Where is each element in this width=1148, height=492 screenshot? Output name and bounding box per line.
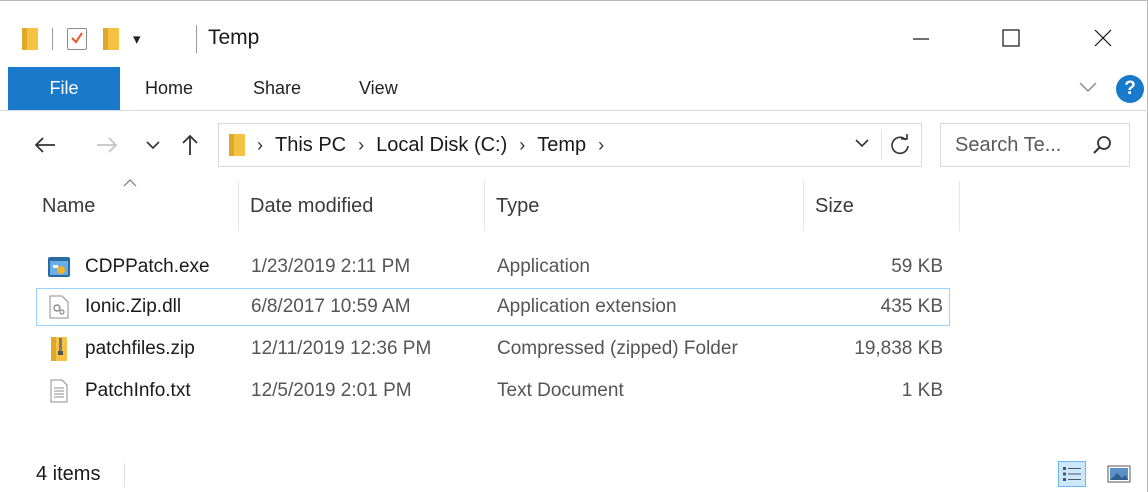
quick-access-toolbar: ▾ [22, 24, 141, 54]
search-icon [1091, 134, 1113, 161]
column-header-name[interactable]: Name [32, 179, 238, 233]
recent-locations-button[interactable] [142, 129, 164, 161]
folder-icon [22, 28, 38, 50]
customize-qat-dropdown[interactable]: ▾ [133, 30, 141, 48]
up-arrow-icon [182, 134, 198, 155]
properties-checkmark-icon[interactable] [67, 28, 87, 50]
file-explorer-window: ▾ Temp File Home Share View ? › This PC … [0, 0, 1148, 492]
minimize-button[interactable] [898, 17, 944, 59]
ribbon: File Home Share View ? [0, 67, 1148, 111]
dll-icon [47, 289, 71, 325]
title-bar: ▾ Temp [0, 1, 1148, 67]
back-button[interactable] [28, 129, 62, 161]
details-view-icon [1063, 467, 1081, 481]
breadcrumb-chevron-icon[interactable]: › [519, 135, 525, 156]
window-title: Temp [208, 26, 260, 49]
tab-view[interactable]: View [359, 67, 398, 110]
file-row-patchfiles-zip[interactable]: patchfiles.zip 12/11/2019 12:36 PM Compr… [36, 330, 950, 368]
text-document-icon [47, 373, 71, 409]
column-divider[interactable] [803, 181, 804, 231]
breadcrumb-temp[interactable]: Temp [537, 134, 586, 157]
maximize-button[interactable] [988, 17, 1034, 59]
column-headers: Name Date modified Type Size [0, 179, 1148, 233]
item-count: 4 items [36, 463, 101, 485]
status-bar: 4 items [0, 453, 1148, 492]
folder-icon [229, 134, 245, 156]
navigation-bar: › This PC › Local Disk (C:) › Temp › [0, 113, 1148, 177]
address-history-dropdown[interactable] [855, 136, 869, 155]
column-header-date-modified[interactable]: Date modified [240, 179, 484, 233]
column-divider[interactable] [238, 181, 239, 231]
column-header-size[interactable]: Size [805, 179, 959, 233]
new-folder-icon[interactable] [103, 28, 119, 50]
large-icons-view-icon [1107, 465, 1131, 483]
exe-icon [47, 249, 71, 285]
file-row-ionic-zip-dll[interactable]: Ionic.Zip.dll 6/8/2017 10:59 AM Applicat… [36, 288, 950, 326]
breadcrumb-chevron-icon[interactable]: › [598, 135, 604, 156]
column-divider[interactable] [484, 181, 485, 231]
back-arrow-icon [34, 137, 55, 153]
forward-button[interactable] [90, 129, 124, 161]
close-icon [1094, 29, 1112, 47]
breadcrumb-chevron-icon[interactable]: › [257, 135, 263, 156]
column-header-type[interactable]: Type [486, 179, 802, 233]
file-row-cdppatch-exe[interactable]: CDPPatch.exe 1/23/2019 2:11 PM Applicati… [36, 248, 950, 286]
file-row-patchinfo-txt[interactable]: PatchInfo.txt 12/5/2019 2:01 PM Text Doc… [36, 372, 950, 410]
large-icons-view-button[interactable] [1106, 462, 1132, 486]
tab-share[interactable]: Share [253, 67, 301, 110]
refresh-button[interactable] [889, 134, 911, 161]
details-view-button[interactable] [1058, 461, 1086, 487]
close-button[interactable] [1080, 17, 1126, 59]
help-button[interactable]: ? [1116, 75, 1144, 103]
chevron-down-icon [146, 141, 160, 150]
breadcrumb-this-pc[interactable]: This PC [275, 134, 346, 157]
up-button[interactable] [176, 129, 204, 161]
minimize-icon [913, 38, 929, 40]
zip-folder-icon [47, 331, 71, 367]
tab-home[interactable]: Home [145, 67, 193, 110]
search-box[interactable] [940, 123, 1130, 167]
maximize-icon [1002, 29, 1020, 47]
chevron-down-icon [1079, 82, 1097, 93]
refresh-icon [891, 134, 909, 155]
breadcrumb-chevron-icon[interactable]: › [358, 135, 364, 156]
search-input[interactable] [955, 133, 1095, 157]
expand-ribbon-button[interactable] [1078, 80, 1098, 99]
breadcrumb-local-disk[interactable]: Local Disk (C:) [376, 134, 507, 157]
column-divider[interactable] [959, 181, 960, 231]
tab-file[interactable]: File [8, 67, 120, 110]
chevron-down-icon [855, 139, 869, 148]
forward-arrow-icon [97, 137, 118, 153]
address-bar[interactable]: › This PC › Local Disk (C:) › Temp › [218, 123, 922, 167]
